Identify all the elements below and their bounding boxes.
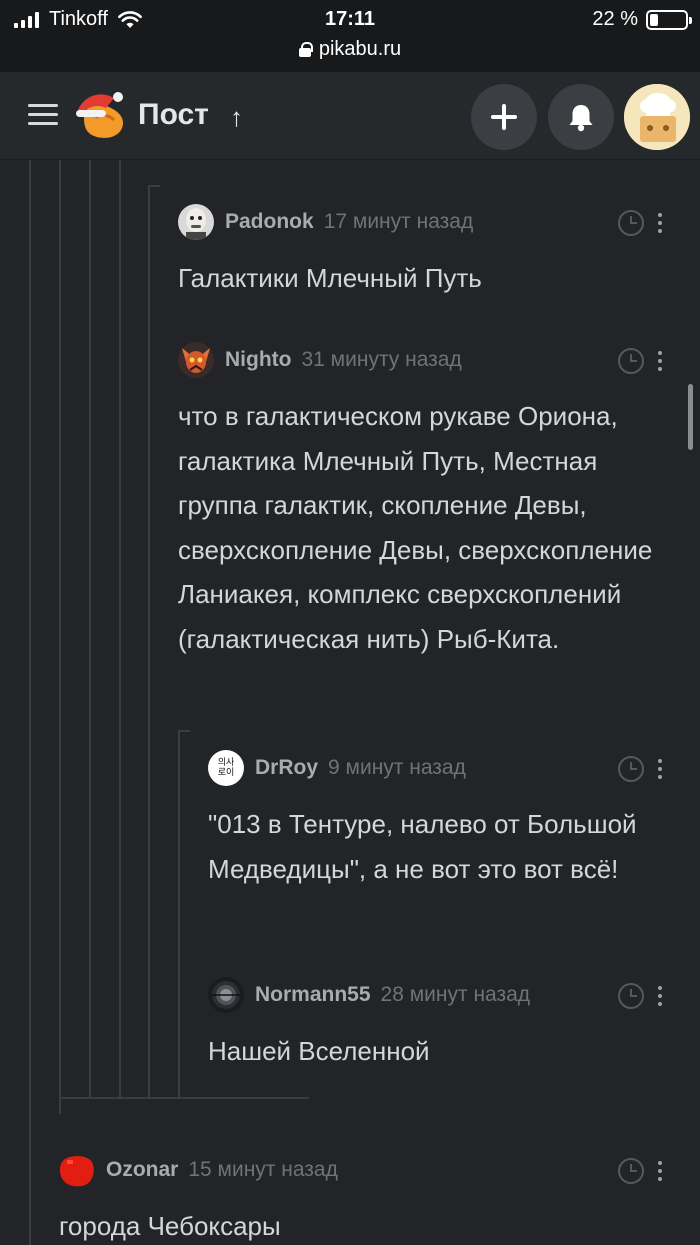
- clock-icon[interactable]: [618, 756, 644, 782]
- scrollbar[interactable]: [688, 384, 693, 450]
- more-icon[interactable]: [655, 756, 665, 782]
- thread-connector: [178, 730, 190, 732]
- clock-icon[interactable]: [618, 1158, 644, 1184]
- comment-time[interactable]: 9 минут назад: [328, 756, 466, 780]
- avatar[interactable]: [208, 977, 244, 1013]
- comment-author[interactable]: Ozonar: [106, 1158, 178, 1182]
- clock-icon[interactable]: [618, 983, 644, 1009]
- user-avatar[interactable]: [624, 84, 690, 150]
- clock-icon[interactable]: [618, 210, 644, 236]
- comment-text: Нашей Вселенной: [208, 1036, 430, 1066]
- battery-status: 22 %: [592, 8, 692, 31]
- thread-connector: [148, 185, 160, 187]
- comment: Nighto 31 минуту назад что в галактическ…: [178, 342, 678, 661]
- thread-line[interactable]: [89, 160, 91, 1098]
- more-icon[interactable]: [655, 1158, 665, 1184]
- comment: Padonok 17 минут назад Галактики Млечный…: [178, 204, 678, 301]
- battery-percent: 22 %: [592, 8, 638, 30]
- page-title: Пост: [138, 98, 209, 131]
- thread-end-line: [59, 1097, 309, 1099]
- scroll-up-arrow-icon[interactable]: ↑: [230, 102, 243, 133]
- more-icon[interactable]: [655, 210, 665, 236]
- comment-author[interactable]: Normann55: [255, 983, 371, 1007]
- url-text: pikabu.ru: [318, 38, 402, 60]
- comment: Ozonar 15 минут назад города Чебоксары: [59, 1152, 678, 1245]
- comment-text: Галактики Млечный Путь: [178, 263, 482, 293]
- comment-meta: Ozonar 15 минут назад: [59, 1152, 678, 1188]
- comment-time[interactable]: 17 минут назад: [324, 210, 474, 234]
- comment-author[interactable]: DrRoy: [255, 756, 318, 780]
- comment-time[interactable]: 15 минут назад: [188, 1158, 338, 1182]
- comment-text: города Чебоксары: [59, 1211, 281, 1241]
- comment-meta: 의사 로이 DrRoy 9 минут назад: [208, 750, 678, 786]
- thread-line[interactable]: [59, 160, 61, 1114]
- avatar[interactable]: [178, 204, 214, 240]
- comment-text: "013 в Тентуре, налево от Большой Медвед…: [208, 809, 637, 884]
- pikabu-logo[interactable]: [74, 88, 130, 144]
- comment-meta: Nighto 31 минуту назад: [178, 342, 678, 378]
- address-bar[interactable]: pikabu.ru: [0, 38, 700, 61]
- thread-line[interactable]: [178, 731, 180, 1098]
- app-header: Пост ↑: [0, 72, 700, 160]
- comment-author[interactable]: Nighto: [225, 348, 291, 372]
- more-icon[interactable]: [655, 348, 665, 374]
- avatar[interactable]: [59, 1152, 95, 1188]
- thread-line[interactable]: [29, 160, 31, 1245]
- comment-meta: Padonok 17 минут назад: [178, 204, 678, 240]
- comment: 의사 로이 DrRoy 9 минут назад "013 в Тентуре…: [208, 750, 678, 891]
- comment-author[interactable]: Padonok: [225, 210, 314, 234]
- comment: Normann55 28 минут назад Нашей Вселенной: [208, 977, 678, 1074]
- notifications-button[interactable]: [548, 84, 614, 150]
- comment-text: что в галактическом рукаве Ориона, галак…: [178, 401, 653, 654]
- plus-icon: [491, 104, 517, 130]
- battery-icon: [646, 9, 692, 30]
- avatar[interactable]: 의사 로이: [208, 750, 244, 786]
- comment-time[interactable]: 31 минуту назад: [301, 348, 461, 372]
- menu-icon[interactable]: [28, 104, 58, 126]
- bell-icon: [569, 105, 593, 132]
- thread-line[interactable]: [148, 186, 150, 1098]
- status-bar: Tinkoff 17:11 22 % pikabu.ru: [0, 0, 700, 72]
- thread-line[interactable]: [119, 160, 121, 1098]
- add-post-button[interactable]: [471, 84, 537, 150]
- lock-icon: [298, 42, 313, 57]
- avatar[interactable]: [178, 342, 214, 378]
- clock-icon[interactable]: [618, 348, 644, 374]
- more-icon[interactable]: [655, 983, 665, 1009]
- avatar-text: 의사 로이: [217, 758, 235, 778]
- comment-meta: Normann55 28 минут назад: [208, 977, 678, 1013]
- comment-time[interactable]: 28 минут назад: [381, 983, 531, 1007]
